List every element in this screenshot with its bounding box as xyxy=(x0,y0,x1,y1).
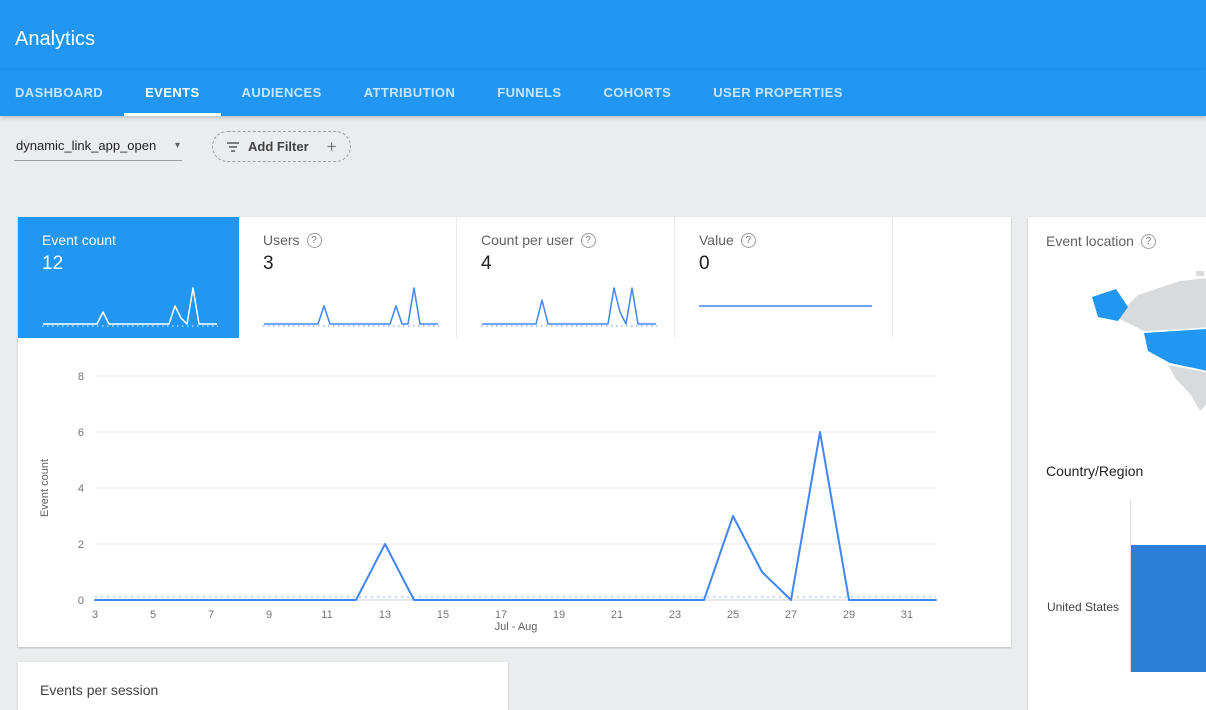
svg-text:21: 21 xyxy=(611,609,623,621)
map-canada xyxy=(1116,275,1206,331)
tab-events[interactable]: EVENTS xyxy=(124,70,220,116)
add-filter-label: Add Filter xyxy=(248,139,309,154)
event-select-value: dynamic_link_app_open xyxy=(16,138,156,153)
metric-value: 4 xyxy=(481,253,674,275)
svg-text:27: 27 xyxy=(785,609,797,621)
svg-text:9: 9 xyxy=(266,609,272,621)
help-icon[interactable]: ? xyxy=(581,233,596,248)
analytics-events-screen: Analytics DASHBOARD EVENTS AUDIENCES ATT… xyxy=(0,0,1206,710)
metric-tile-event-count[interactable]: Event count 12 xyxy=(18,217,239,338)
metric-label: Count per user xyxy=(481,232,574,248)
x-axis-title: Jul - Aug xyxy=(495,621,538,633)
value-sparkline xyxy=(697,280,877,330)
event-count-chart-area: Event count Jul - Aug 0 2 4 6 8 3 5 7 9 11 13 15 17 1… xyxy=(18,338,1011,652)
tab-user-properties[interactable]: USER PROPERTIES xyxy=(692,70,864,116)
svg-text:19: 19 xyxy=(553,609,565,621)
svg-text:29: 29 xyxy=(843,609,855,621)
events-per-session-card: Events per session xyxy=(18,662,508,710)
help-icon[interactable]: ? xyxy=(741,233,756,248)
map-arctic-island xyxy=(1196,271,1204,276)
country-label: United States xyxy=(1028,600,1125,614)
metric-tile-count-per-user[interactable]: Count per user ? 4 xyxy=(457,217,675,338)
svg-text:15: 15 xyxy=(437,609,449,621)
count-per-user-sparkline xyxy=(479,280,659,330)
tab-cohorts[interactable]: COHORTS xyxy=(582,70,692,116)
tab-funnels[interactable]: FUNNELS xyxy=(476,70,582,116)
metric-tiles: Event count 12 Users ? 3 Count per user … xyxy=(18,217,1011,338)
tab-dashboard[interactable]: DASHBOARD xyxy=(0,70,124,116)
metric-label: Value xyxy=(699,232,734,248)
metric-value: 12 xyxy=(42,253,239,275)
chevron-down-icon: ▾ xyxy=(175,140,180,151)
svg-text:0: 0 xyxy=(78,595,84,607)
svg-text:23: 23 xyxy=(669,609,681,621)
metric-tile-users[interactable]: Users ? 3 xyxy=(239,217,457,338)
event-location-card: Event location ? Country/Region United S… xyxy=(1028,217,1206,710)
svg-text:6: 6 xyxy=(78,427,84,439)
svg-text:17: 17 xyxy=(495,609,507,621)
events-per-session-title: Events per session xyxy=(18,662,508,698)
filter-list-icon xyxy=(226,141,240,153)
svg-text:13: 13 xyxy=(379,609,391,621)
svg-text:11: 11 xyxy=(321,609,332,621)
app-header: Analytics xyxy=(0,0,1206,70)
svg-text:31: 31 xyxy=(901,609,913,621)
svg-text:5: 5 xyxy=(150,609,156,621)
add-filter-button[interactable]: Add Filter + xyxy=(212,131,351,162)
page-title: Analytics xyxy=(15,28,95,51)
y-axis-title: Event count xyxy=(39,459,51,517)
svg-text:7: 7 xyxy=(208,609,214,621)
svg-text:2: 2 xyxy=(78,539,84,551)
svg-text:3: 3 xyxy=(92,609,98,621)
event-count-line-chart: Event count Jul - Aug 0 2 4 6 8 3 5 7 9 11 13 15 17 1… xyxy=(18,338,1011,647)
united-states-bar[interactable] xyxy=(1131,545,1206,672)
svg-text:4: 4 xyxy=(78,483,84,495)
svg-text:8: 8 xyxy=(78,371,84,383)
metric-value: 3 xyxy=(263,253,456,275)
metric-tile-value[interactable]: Value ? 0 xyxy=(675,217,893,338)
metric-label: Event count xyxy=(42,232,239,248)
metric-label: Users xyxy=(263,232,300,248)
metric-value: 0 xyxy=(699,253,892,275)
event-select-dropdown[interactable]: dynamic_link_app_open ▾ xyxy=(14,136,182,161)
north-america-map xyxy=(1088,259,1206,459)
plus-icon: + xyxy=(327,137,337,157)
users-sparkline xyxy=(261,280,441,330)
help-icon[interactable]: ? xyxy=(307,233,322,248)
country-region-header: Country/Region xyxy=(1046,463,1143,479)
event-count-sparkline xyxy=(40,280,220,330)
tab-audiences[interactable]: AUDIENCES xyxy=(221,70,343,116)
map-mexico xyxy=(1168,365,1206,411)
help-icon[interactable]: ? xyxy=(1141,234,1156,249)
events-overview-card: Event count 12 Users ? 3 Count per user … xyxy=(18,217,1011,647)
tab-bar: DASHBOARD EVENTS AUDIENCES ATTRIBUTION F… xyxy=(0,70,1206,116)
event-location-title: Event location xyxy=(1046,233,1134,249)
tab-attribution[interactable]: ATTRIBUTION xyxy=(343,70,477,116)
svg-text:25: 25 xyxy=(727,609,739,621)
